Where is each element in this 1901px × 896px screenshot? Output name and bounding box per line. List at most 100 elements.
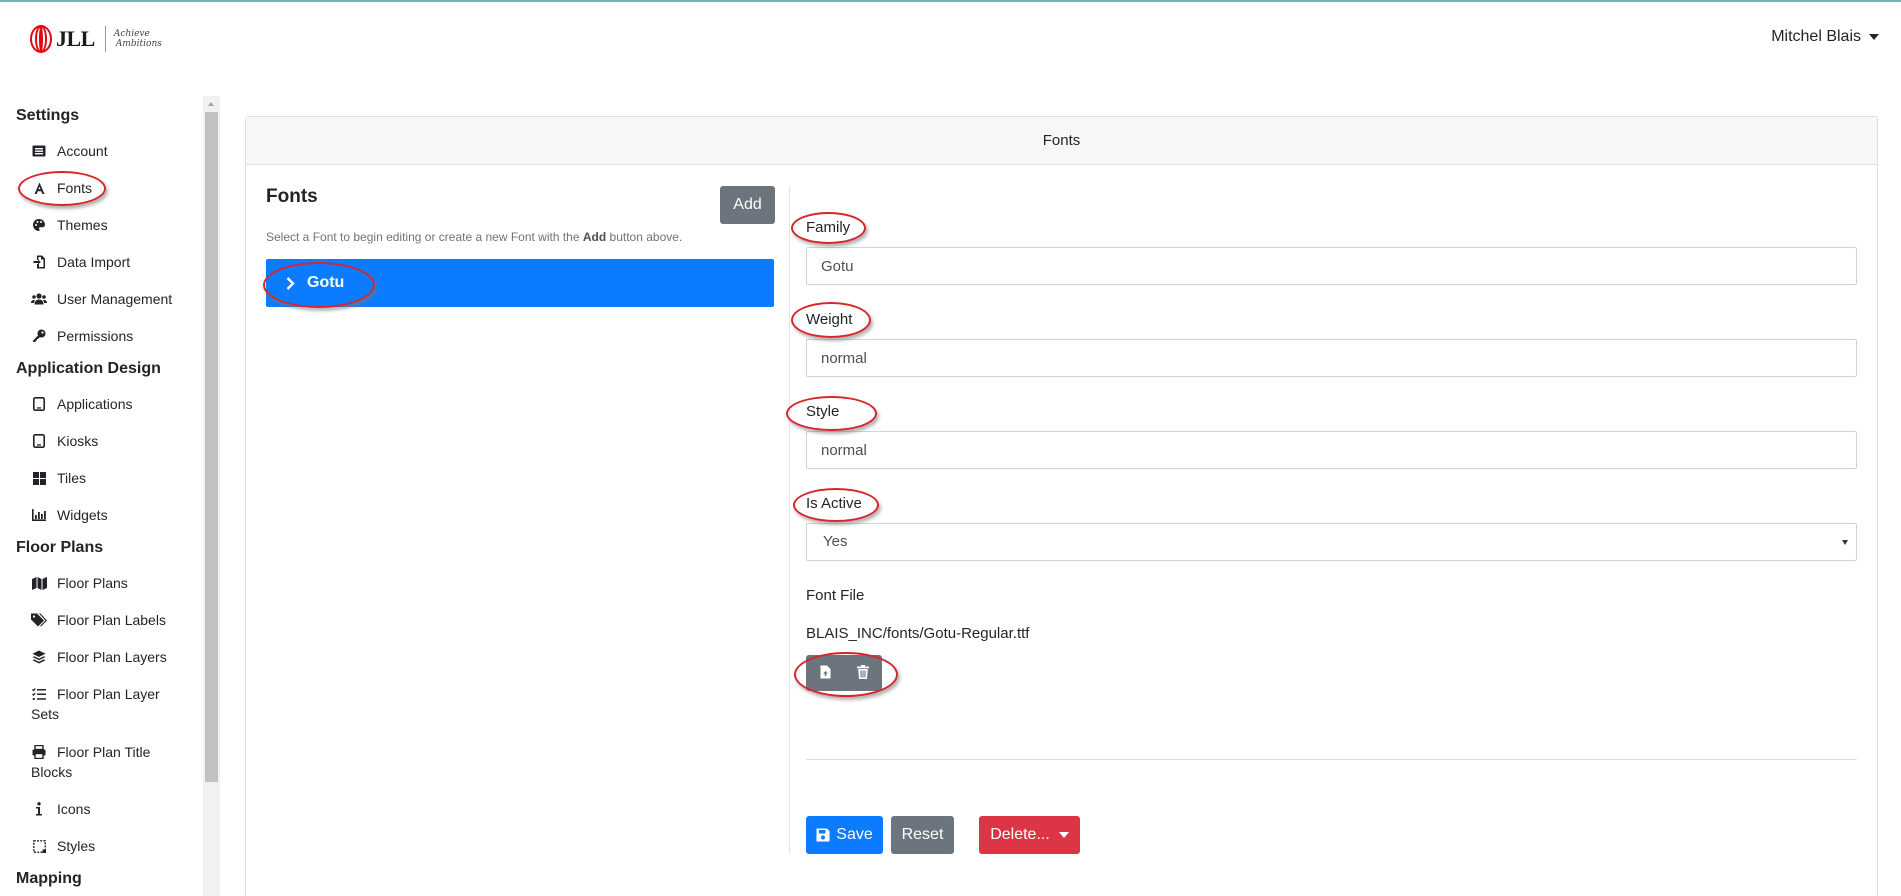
- print-icon: [31, 742, 47, 762]
- file-import-icon: [31, 252, 47, 272]
- save-label: Save: [836, 826, 873, 843]
- map-icon: [31, 573, 47, 593]
- scrollbar-thumb[interactable]: [205, 112, 218, 782]
- sidebar-item-styles[interactable]: Styles: [31, 836, 191, 856]
- sidebar-item-label: Account: [57, 143, 108, 159]
- sidebar-scrollbar[interactable]: [203, 96, 220, 896]
- chart-icon: [31, 505, 47, 525]
- sidebar-item-floor-plan-labels[interactable]: Floor Plan Labels: [31, 610, 191, 630]
- card-header-title: Fonts: [246, 117, 1877, 165]
- is-active-label: Is Active: [806, 495, 862, 512]
- sidebar-item-label: Applications: [57, 396, 133, 412]
- font-icon: [31, 178, 47, 198]
- app-header: JLL Achieve Ambitions Mitchel Blais: [0, 2, 1901, 74]
- sidebar-item-widgets[interactable]: Widgets: [31, 505, 191, 525]
- file-upload-icon: [820, 665, 831, 682]
- sidebar-item-user-management[interactable]: User Management: [31, 289, 191, 309]
- font-file-button-group: [806, 655, 882, 691]
- palette-icon: [31, 215, 47, 235]
- sidebar-item-label: Themes: [57, 217, 108, 233]
- panel-divider: [789, 186, 790, 854]
- sidebar-item-tiles[interactable]: Tiles: [31, 468, 191, 488]
- font-file-path: BLAIS_INC/fonts/Gotu-Regular.ttf: [806, 625, 1030, 642]
- sidebar-item-label: User Management: [57, 291, 173, 307]
- is-active-select[interactable]: Yes: [806, 523, 1857, 561]
- jll-logo[interactable]: JLL Achieve Ambitions: [30, 24, 162, 54]
- delete-file-button[interactable]: [844, 655, 882, 691]
- key-icon: [31, 326, 47, 346]
- sidebar-item-label: Kiosks: [57, 433, 99, 449]
- sidebar-item-account[interactable]: Account: [31, 141, 191, 161]
- sidebar-item-kiosks[interactable]: Kiosks: [31, 431, 191, 451]
- tasks-icon: [31, 684, 47, 704]
- style-input[interactable]: [806, 431, 1857, 469]
- save-button[interactable]: Save: [806, 816, 883, 854]
- upload-file-button[interactable]: [806, 655, 844, 691]
- caret-down-icon: [1058, 832, 1069, 838]
- logo-tagline-line-2: Ambitions: [115, 39, 162, 49]
- sidebar-item-applications[interactable]: Applications: [31, 394, 191, 414]
- id-card-icon: [31, 141, 47, 161]
- hint-text-before: Select a Font to begin editing or create…: [266, 230, 583, 244]
- tablet-icon: [31, 394, 47, 414]
- styles-icon: [31, 836, 47, 856]
- sidebar-item-label: Floor Plan Layer Sets: [31, 686, 160, 722]
- sidebar-item-floor-plan-title-blocks[interactable]: Floor Plan Title Blocks: [31, 742, 191, 782]
- sidebar-section-application-design: Application Design: [16, 360, 161, 377]
- sidebar-item-label: Permissions: [57, 328, 134, 344]
- sidebar-item-icons[interactable]: Icons: [31, 799, 191, 819]
- logo-tagline-line-1: Achieve: [113, 29, 150, 39]
- font-list-item-label: Gotu: [307, 274, 345, 291]
- sidebar-item-data-import[interactable]: Data Import: [31, 252, 191, 272]
- sidebar-item-label: Tiles: [57, 470, 87, 486]
- add-font-button[interactable]: Add: [720, 186, 775, 224]
- sidebar-item-label: Floor Plan Title Blocks: [31, 744, 151, 780]
- sidebar-section-settings: Settings: [16, 107, 80, 124]
- sidebar-item-fonts[interactable]: Fonts: [31, 178, 191, 198]
- logo-tagline: Achieve Ambitions: [114, 29, 162, 49]
- sidebar-item-label: Fonts: [57, 180, 93, 196]
- scroll-up-arrow-icon[interactable]: [208, 102, 214, 106]
- sidebar-item-floor-plan-layers[interactable]: Floor Plan Layers: [31, 647, 191, 667]
- sidebar-item-permissions[interactable]: Permissions: [31, 326, 191, 346]
- family-label: Family: [806, 219, 851, 236]
- sidebar-item-floor-plan-layer-sets[interactable]: Floor Plan Layer Sets: [31, 684, 191, 724]
- save-icon: [816, 828, 830, 842]
- sidebar-item-label: Floor Plan Labels: [57, 612, 166, 628]
- jll-logo-mark-icon: [30, 25, 52, 53]
- reset-button[interactable]: Reset: [891, 816, 954, 854]
- select-caret-icon: [1842, 540, 1848, 545]
- family-input[interactable]: [806, 247, 1857, 285]
- user-menu-dropdown[interactable]: Mitchel Blais: [1771, 28, 1879, 46]
- font-list-item-gotu[interactable]: Gotu: [266, 259, 774, 307]
- fonts-list-hint: Select a Font to begin editing or create…: [266, 230, 682, 244]
- sidebar-item-label: Styles: [57, 838, 96, 854]
- tags-icon: [31, 610, 47, 630]
- users-icon: [31, 289, 47, 309]
- font-file-label: Font File: [806, 587, 865, 604]
- sidebar-item-floor-plans[interactable]: Floor Plans: [31, 573, 191, 593]
- logo-text: JLL: [56, 26, 95, 51]
- sidebar-item-label: Data Import: [57, 254, 131, 270]
- fonts-list-title: Fonts: [266, 186, 318, 207]
- info-icon: [31, 799, 47, 819]
- sidebar-item-themes[interactable]: Themes: [31, 215, 191, 235]
- sidebar-item-label: Floor Plan Layers: [57, 649, 167, 665]
- caret-down-icon: [1869, 34, 1879, 40]
- weight-input[interactable]: [806, 339, 1857, 377]
- trash-icon: [857, 664, 869, 682]
- grid-icon: [31, 468, 47, 488]
- tablet-icon: [31, 431, 47, 451]
- style-label: Style: [806, 403, 840, 420]
- sidebar-item-label: Widgets: [57, 507, 108, 523]
- logo-divider: [104, 26, 106, 52]
- sidebar-section-mapping: Mapping: [16, 870, 82, 887]
- sidebar-section-floor-plans: Floor Plans: [16, 539, 104, 556]
- delete-dropdown-button[interactable]: Delete...: [979, 816, 1080, 854]
- sidebar-item-label: Icons: [57, 801, 91, 817]
- user-name: Mitchel Blais: [1771, 28, 1861, 45]
- is-active-selected-value: Yes: [823, 533, 848, 550]
- sidebar-item-label: Floor Plans: [57, 575, 128, 591]
- hint-text-after: button above.: [606, 230, 683, 244]
- hint-text-bold: Add: [582, 230, 607, 244]
